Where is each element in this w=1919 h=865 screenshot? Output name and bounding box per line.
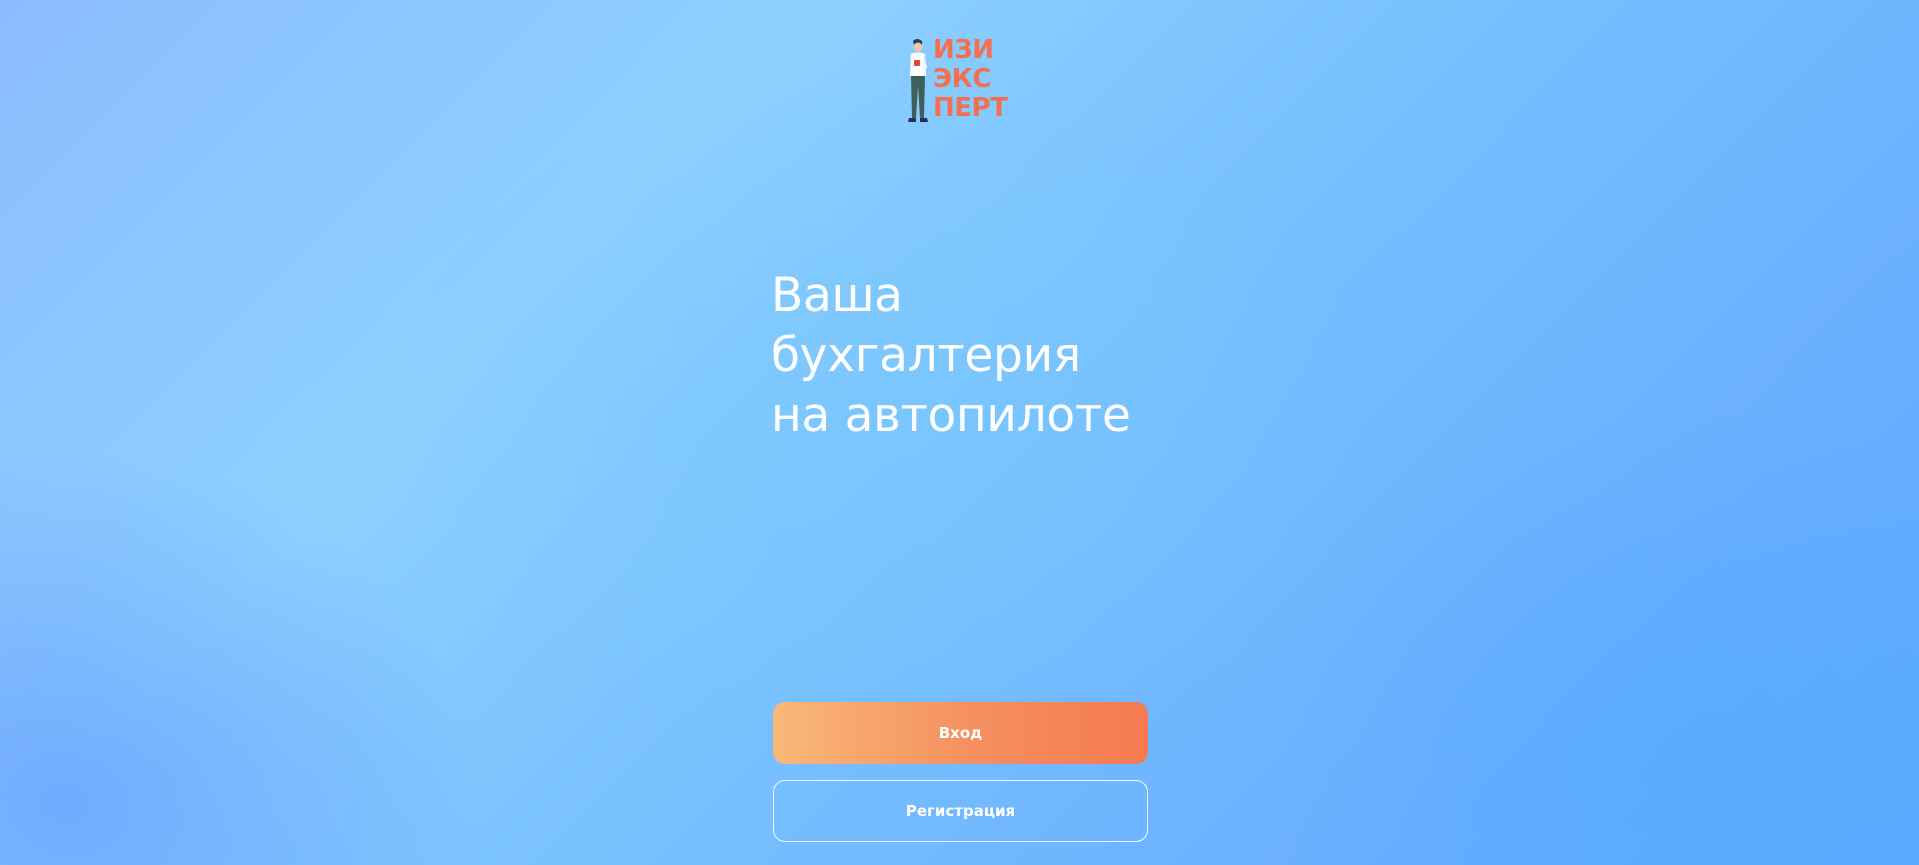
login-button-label: Вход	[938, 724, 983, 742]
hero-line-2: бухгалтерия	[771, 328, 1081, 383]
register-button-label: Регистрация	[905, 802, 1016, 820]
register-button[interactable]: Регистрация	[773, 780, 1148, 842]
logo-line-1: ИЗИ	[933, 35, 994, 65]
brand-logo: ИЗИ ЭКС ПЕРТ	[904, 36, 1020, 128]
hero-line-1: Ваша	[771, 268, 903, 323]
hero-headline: Ваша бухгалтерия на автопилоте	[771, 266, 1191, 446]
logo-line-3: ПЕРТ	[933, 93, 1008, 123]
login-button[interactable]: Вход	[773, 702, 1148, 764]
hero-line-3: на автопилоте	[771, 388, 1131, 443]
logo-wordmark: ИЗИ ЭКС ПЕРТ	[933, 35, 1008, 123]
logo-line-2: ЭКС	[933, 64, 991, 94]
person-illustration-icon	[908, 39, 928, 122]
